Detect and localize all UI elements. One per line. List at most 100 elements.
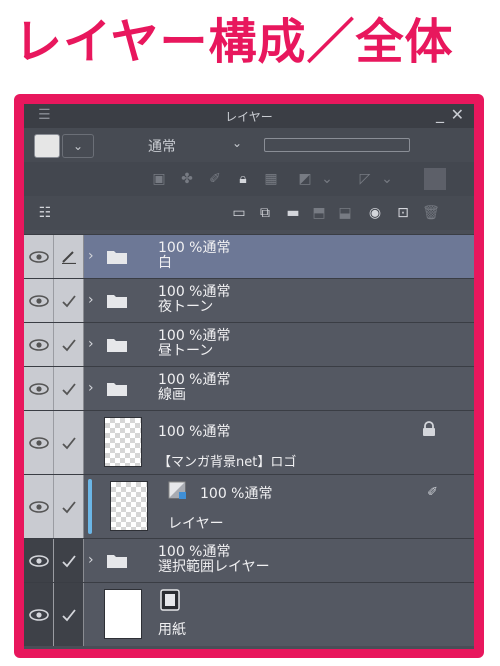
visibility-toggle[interactable] — [24, 539, 54, 582]
clipping-indicator — [88, 479, 92, 534]
merge-icon[interactable]: ⬓ — [334, 202, 356, 224]
layer-thumbnail — [104, 417, 142, 467]
lock-icon — [423, 421, 435, 436]
layer-row[interactable]: › 100 %通常 線画 — [24, 366, 474, 410]
edit-toggle[interactable] — [54, 475, 84, 538]
folder-icon — [107, 294, 127, 308]
chevron-right-icon[interactable]: › — [88, 380, 94, 396]
panel-titlebar: ☰ レイヤー _ ✕ — [24, 104, 474, 128]
new-folder-icon[interactable]: ▬ — [282, 202, 304, 224]
chevron-down-icon[interactable]: ⌄ — [232, 136, 242, 150]
check-icon — [62, 436, 76, 449]
chevron-right-icon[interactable]: › — [88, 248, 94, 264]
layer-mode: 100 %通常 — [158, 372, 231, 388]
visibility-toggle[interactable] — [24, 235, 54, 278]
trash-icon[interactable]: 🗑︎ — [420, 202, 442, 224]
transfer-down-icon[interactable]: ⬒ — [308, 202, 330, 224]
lock-icon[interactable]: 🔒︎ — [232, 168, 254, 190]
close-icon[interactable]: ✕ — [451, 105, 464, 124]
page-heading: レイヤー構成／全体 — [14, 14, 454, 70]
minimize-icon[interactable]: _ — [436, 104, 444, 123]
visibility-toggle[interactable] — [24, 475, 54, 538]
color-swatch[interactable] — [34, 134, 60, 158]
layer-row[interactable]: 100 %通常 【マンガ背景net】ロゴ — [24, 410, 474, 474]
check-icon — [62, 608, 76, 621]
raster-layer-icon — [168, 481, 186, 499]
layer-name: 選択範囲レイヤー — [158, 559, 270, 575]
swatch-dropdown[interactable]: ⌄ — [62, 134, 94, 158]
chevron-right-icon[interactable]: › — [88, 336, 94, 352]
panel-title: レイヤー — [225, 110, 273, 124]
chevron-right-icon[interactable]: › — [88, 552, 94, 568]
new-vector-layer-icon[interactable]: ⧉ — [254, 202, 276, 224]
layer-toolbar: ☷ ▭ ⧉ ▬ ⬒ ⬓ ◉ ⊡ 🗑︎ — [24, 196, 474, 230]
check-icon — [62, 338, 76, 351]
folder-icon — [107, 250, 127, 264]
eye-icon — [29, 608, 49, 621]
folder-icon — [107, 338, 127, 352]
layer-row[interactable]: › 100 %通常 昼トーン — [24, 322, 474, 366]
check-icon — [62, 554, 76, 567]
eye-icon — [29, 338, 49, 351]
clip-icon[interactable]: ▣ — [148, 168, 170, 190]
draft-layer-icon: ✐ — [427, 485, 438, 500]
new-raster-layer-icon[interactable]: ▭ — [228, 202, 250, 224]
edit-toggle[interactable] — [54, 583, 84, 646]
folder-icon — [107, 554, 127, 568]
layer-row[interactable]: › 100 %通常 選択範囲レイヤー — [24, 538, 474, 582]
visibility-toggle[interactable] — [24, 279, 54, 322]
layer-mode: 100 %通常 — [158, 284, 231, 300]
ruler-icon[interactable]: ◸ — [354, 168, 376, 190]
edit-toggle[interactable] — [54, 235, 84, 278]
layer-name: 昼トーン — [158, 343, 214, 359]
chevron-right-icon[interactable]: › — [88, 292, 94, 308]
layer-thumbnail — [104, 589, 142, 639]
blend-mode-select[interactable]: 通常 — [148, 136, 176, 156]
layer-mode: 100 %通常 — [158, 544, 231, 560]
paper-layer-icon — [160, 589, 180, 611]
eye-icon — [29, 554, 49, 567]
layer-panel: ☰ レイヤー _ ✕ ⌄ 通常 ⌄ ▣ ✤ ✐ 🔒︎ ▦ ◩ ⌄ ◸ ⌄ ☷ ▭… — [24, 104, 474, 649]
edit-toggle[interactable] — [54, 279, 84, 322]
layer-name: 【マンガ背景net】ロゴ — [158, 455, 297, 470]
visibility-toggle[interactable] — [24, 323, 54, 366]
opacity-slider[interactable] — [264, 138, 410, 152]
visibility-toggle[interactable] — [24, 367, 54, 410]
edit-toggle[interactable] — [54, 367, 84, 410]
layer-mode: 100 %通常 — [158, 424, 231, 440]
edit-toggle[interactable] — [54, 539, 84, 582]
lock-alpha-icon[interactable]: ▦ — [260, 168, 282, 190]
layer-mode: 100 %通常 — [158, 240, 231, 256]
blend-row: ⌄ 通常 ⌄ — [24, 128, 474, 162]
folder-icon — [107, 382, 127, 396]
eye-icon — [29, 294, 49, 307]
eye-icon — [29, 436, 49, 449]
layer-row[interactable]: 100 %通常 レイヤー ✐ — [24, 474, 474, 538]
layer-mode: 100 %通常 — [200, 486, 273, 502]
chevron-down-icon[interactable]: ⌄ — [376, 168, 398, 190]
layer-row[interactable]: 用紙 — [24, 582, 474, 646]
layer-row[interactable]: › 100 %通常 夜トーン — [24, 278, 474, 322]
mask-enable-icon[interactable]: ◩ — [294, 168, 316, 190]
edit-toggle[interactable] — [54, 323, 84, 366]
color-layer-icon[interactable] — [424, 168, 446, 190]
visibility-toggle[interactable] — [24, 583, 54, 646]
layer-name: 線画 — [158, 387, 186, 403]
eye-icon — [29, 250, 49, 263]
draft-icon[interactable]: ✐ — [204, 168, 226, 190]
layer-name: 夜トーン — [158, 299, 214, 315]
layer-name: レイヤー — [168, 516, 224, 532]
layer-row[interactable]: › 100 %通常 白 — [24, 234, 474, 278]
layer-thumbnail — [110, 481, 148, 531]
visibility-toggle[interactable] — [24, 411, 54, 474]
chevron-down-icon[interactable]: ⌄ — [316, 168, 338, 190]
check-icon — [62, 294, 76, 307]
lock-toolbar: ▣ ✤ ✐ 🔒︎ ▦ ◩ ⌄ ◸ ⌄ — [24, 162, 474, 196]
list-icon[interactable]: ☷ — [34, 202, 56, 224]
ref-icon[interactable]: ✤ — [176, 168, 198, 190]
apply-mask-icon[interactable]: ⊡ — [392, 202, 414, 224]
mask-icon[interactable]: ◉ — [364, 202, 386, 224]
layer-name: 用紙 — [158, 622, 186, 638]
edit-toggle[interactable] — [54, 411, 84, 474]
check-icon — [62, 500, 76, 513]
